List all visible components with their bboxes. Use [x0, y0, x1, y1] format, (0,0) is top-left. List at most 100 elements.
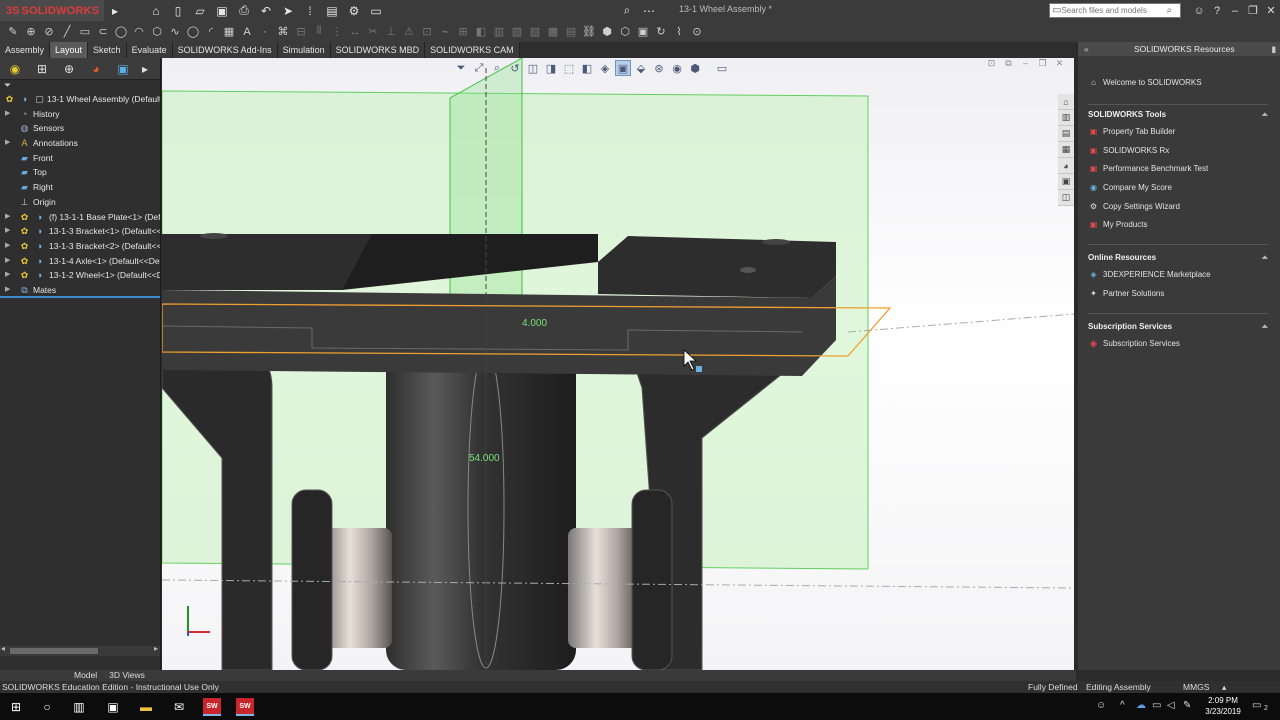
tree-item-sensors[interactable]: ◍ Sensors: [0, 121, 160, 136]
scrollbar-thumb[interactable]: [10, 648, 98, 654]
float-icon[interactable]: ⧉: [1000, 58, 1017, 69]
onedrive-icon[interactable]: ☁: [1136, 700, 1146, 711]
expand-arrow-icon[interactable]: ▶: [5, 283, 11, 296]
notifications-icon[interactable]: ▭: [1252, 700, 1261, 711]
model-view[interactable]: 4.000 54.000: [162, 58, 1074, 670]
section-view-icon[interactable]: ◫: [525, 60, 541, 76]
system-clock[interactable]: 2:09 PM 3/23/2019: [1198, 695, 1248, 717]
dim-height[interactable]: 54.000: [469, 453, 500, 464]
rapid-sketch-icon[interactable]: ⌁: [436, 24, 454, 40]
expand-arrow-icon[interactable]: ▶: [5, 107, 11, 122]
tab-model[interactable]: Model: [68, 670, 103, 681]
motion-icon[interactable]: ⊙: [688, 24, 706, 40]
expand-arrow-icon[interactable]: ▶: [5, 268, 11, 283]
search-files-box[interactable]: ▭ ⌕: [1049, 3, 1181, 18]
hide-show-icon[interactable]: ◈: [597, 60, 613, 76]
text-icon[interactable]: A: [238, 24, 256, 40]
link-compare-score[interactable]: ◉ Compare My Score: [1088, 183, 1172, 192]
graphics-area[interactable]: 4.000 54.000 ⏷ ⤢ ⌕ ↺ ◫ ◨ ⬚ ◧ ◈ ▣ ⬙ ⊛ ◉ ⬢…: [162, 58, 1074, 670]
base-plate-top-left[interactable]: [162, 234, 372, 290]
hub-left[interactable]: [291, 489, 333, 670]
view-settings-icon[interactable]: ⊛: [651, 60, 667, 76]
volume-icon[interactable]: ◁: [1167, 700, 1175, 711]
section-subscription-header[interactable]: Subscription Services ⏶: [1088, 322, 1268, 331]
expand-arrow-icon[interactable]: ▶: [5, 254, 11, 269]
tab-3d-views[interactable]: 3D Views: [103, 670, 151, 681]
status-units[interactable]: MMGS: [1183, 682, 1209, 692]
appearance-tab-icon[interactable]: ◕: [85, 60, 107, 78]
tab-evaluate[interactable]: Evaluate: [126, 42, 173, 58]
link-property-tab-builder[interactable]: ▣ Property Tab Builder: [1088, 127, 1176, 136]
polygon-icon[interactable]: ⬡: [148, 24, 166, 40]
link-benchmark[interactable]: ▣ Performance Benchmark Test: [1088, 164, 1209, 173]
display-pane-icon[interactable]: ▭: [714, 60, 730, 76]
expand-arrow-icon[interactable]: ▶: [5, 136, 11, 151]
link-subscription-services[interactable]: ◉ Subscription Services: [1088, 339, 1180, 348]
edit-appearance-icon[interactable]: ▣: [615, 60, 631, 76]
repair-icon[interactable]: ⚠: [400, 24, 418, 40]
point-icon[interactable]: ·: [256, 24, 274, 40]
store-icon[interactable]: ▣: [104, 698, 122, 716]
tree-item-top[interactable]: ▰ Top: [0, 165, 160, 180]
solidworks-logo[interactable]: 3S SOLIDWORKS: [0, 0, 104, 21]
cortana-search-icon[interactable]: ○: [38, 698, 56, 716]
search-icon[interactable]: ⌕: [1166, 5, 1172, 16]
mail-icon[interactable]: ✉: [170, 698, 188, 716]
appearances-icon[interactable]: ◕: [1058, 158, 1074, 174]
save-block-icon[interactable]: ▣: [634, 24, 652, 40]
scroll-left-icon[interactable]: ◂: [1, 644, 5, 653]
collapse-pane-icon[interactable]: «: [1084, 44, 1089, 54]
link-partner-solutions[interactable]: ✦ Partner Solutions: [1088, 289, 1164, 298]
mate-icon[interactable]: ⊘: [40, 24, 58, 40]
view-palette-icon[interactable]: ▦: [1058, 142, 1074, 158]
realview-icon[interactable]: ◉: [669, 60, 685, 76]
block-add-icon[interactable]: ▩: [544, 24, 562, 40]
filter-icon[interactable]: ⏷: [0, 80, 160, 92]
display-style-icon[interactable]: ◧: [579, 60, 595, 76]
tab-assembly[interactable]: Assembly: [0, 42, 51, 58]
tree-item-bracket-1[interactable]: ▶ ✿ ◑ 13-1-3 Bracket<1> (Default<<D: [0, 224, 160, 239]
tray-expand-icon[interactable]: ^: [1120, 700, 1125, 711]
search-input[interactable]: [1061, 6, 1167, 15]
tree-item-history[interactable]: ▶ ◔ History: [0, 107, 160, 122]
tab-layout[interactable]: Layout: [50, 42, 89, 58]
custom-properties-icon[interactable]: ▣: [1058, 174, 1074, 190]
design-library-icon[interactable]: ▥: [1058, 110, 1074, 126]
maximize-view-icon[interactable]: ❐: [1034, 58, 1051, 69]
convert-icon[interactable]: ⌘: [274, 24, 292, 40]
dynamic-annotation-icon[interactable]: ◨: [543, 60, 559, 76]
close-view-icon[interactable]: ✕: [1051, 58, 1068, 69]
select-pointer-icon[interactable]: ➤: [280, 3, 296, 19]
zoom-area-icon[interactable]: ⌕: [489, 60, 505, 76]
solidworks-taskbar-icon[interactable]: SW: [203, 698, 221, 716]
expand-arrow-icon[interactable]: ▶: [5, 239, 11, 254]
forum-icon[interactable]: ◫: [1058, 190, 1074, 206]
fillet-icon[interactable]: ◜: [202, 24, 220, 40]
pen-icon[interactable]: ✎: [1183, 700, 1191, 711]
scroll-right-icon[interactable]: ▸: [154, 644, 158, 653]
collapse-section-icon[interactable]: ⏶: [1262, 253, 1268, 263]
block-insert-icon[interactable]: ▨: [526, 24, 544, 40]
wheel-body[interactable]: [386, 348, 576, 670]
tree-item-axle[interactable]: ▶ ✿ ◑ 13-1-4 Axle<1> (Default<<Defa: [0, 254, 160, 269]
explode-block-icon[interactable]: ⬡: [616, 24, 634, 40]
render-tools-icon[interactable]: ⬢: [687, 60, 703, 76]
minimize-icon[interactable]: –: [1226, 5, 1244, 17]
home-icon[interactable]: ⌂: [148, 3, 164, 19]
tree-item-base-plate[interactable]: ▶ ✿ ◑ (f) 13-1-1 Base Plate<1> (Defau: [0, 210, 160, 225]
expand-arrow-icon[interactable]: ▶: [5, 210, 11, 225]
block-icon[interactable]: ▦: [220, 24, 238, 40]
traffic-light-icon[interactable]: ⁞: [302, 3, 318, 19]
tree-item-annotations[interactable]: ▶ A Annotations: [0, 136, 160, 151]
resources-tab-icon[interactable]: ⌂: [1058, 94, 1074, 110]
block-make-icon[interactable]: ▥: [490, 24, 508, 40]
belt-chain-icon[interactable]: ⛓: [580, 24, 598, 40]
menu-expand-icon[interactable]: ▸: [107, 3, 123, 19]
solidworks-active-taskbar-icon[interactable]: SW: [236, 698, 254, 716]
minimize-view-icon[interactable]: –: [1017, 58, 1034, 69]
pattern-icon[interactable]: ⋮: [328, 24, 346, 40]
tree-item-front[interactable]: ▰ Front: [0, 151, 160, 166]
rectangle-icon[interactable]: ▭: [76, 24, 94, 40]
tree-item-bracket-2[interactable]: ▶ ✿ ◑ 13-1-3 Bracket<2> (Default<<D: [0, 239, 160, 254]
close-icon[interactable]: ✕: [1262, 4, 1280, 17]
